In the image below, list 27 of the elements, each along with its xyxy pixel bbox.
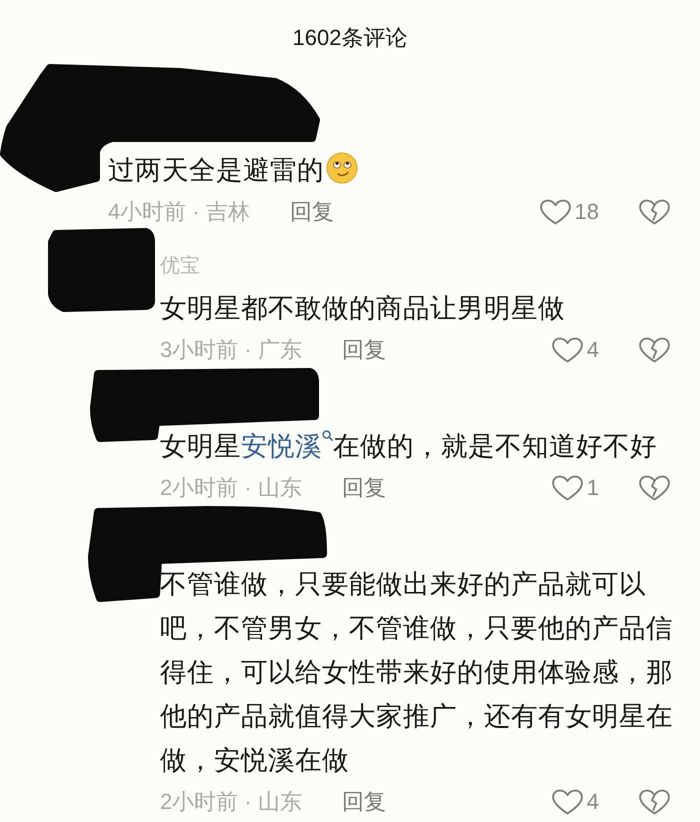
time-location: 2小时前 · 山东 <box>160 791 302 813</box>
search-icon[interactable] <box>322 430 333 441</box>
broken-heart-icon[interactable] <box>639 337 670 363</box>
time-location: 2小时前 · 山东 <box>160 477 302 499</box>
comment-text: 女明星都不敢做的商品让男明星做 <box>160 292 565 325</box>
reply-button[interactable]: 回复 <box>290 201 334 223</box>
heart-icon <box>540 199 571 225</box>
like-button[interactable]: 4 <box>552 337 599 363</box>
heart-icon <box>552 337 583 363</box>
heart-icon <box>552 789 583 815</box>
time-location: 4小时前 · 吉林 <box>108 201 250 223</box>
comment-text: 女明星安悦溪 在做的，就是不知道好不好 <box>160 429 657 463</box>
reply-button[interactable]: 回复 <box>342 339 386 361</box>
reply-button[interactable]: 回复 <box>342 477 386 499</box>
broken-heart-icon[interactable] <box>639 475 670 501</box>
like-button[interactable]: 1 <box>552 475 599 501</box>
face-emoji-icon <box>326 152 358 184</box>
broken-heart-icon[interactable] <box>639 199 670 225</box>
time-location: 3小时前 · 广东 <box>160 339 302 361</box>
heart-icon <box>552 475 583 501</box>
comment-text: 不管谁做，只要能做出来好的产品就可以吧，不管男女，不管谁做，只要他的产品信得住，可以给女性带来好的使用体验感，那他的产品就值得大家推广，还有有女明星在做，安悦溪在做 <box>160 568 674 777</box>
like-button[interactable]: 18 <box>540 199 599 225</box>
like-button[interactable]: 4 <box>552 789 599 815</box>
broken-heart-icon[interactable] <box>639 789 670 815</box>
search-link[interactable]: 安悦溪 <box>241 431 322 461</box>
reply-button[interactable]: 回复 <box>342 791 386 813</box>
comments-count-title: 1602条评论 <box>292 27 408 49</box>
